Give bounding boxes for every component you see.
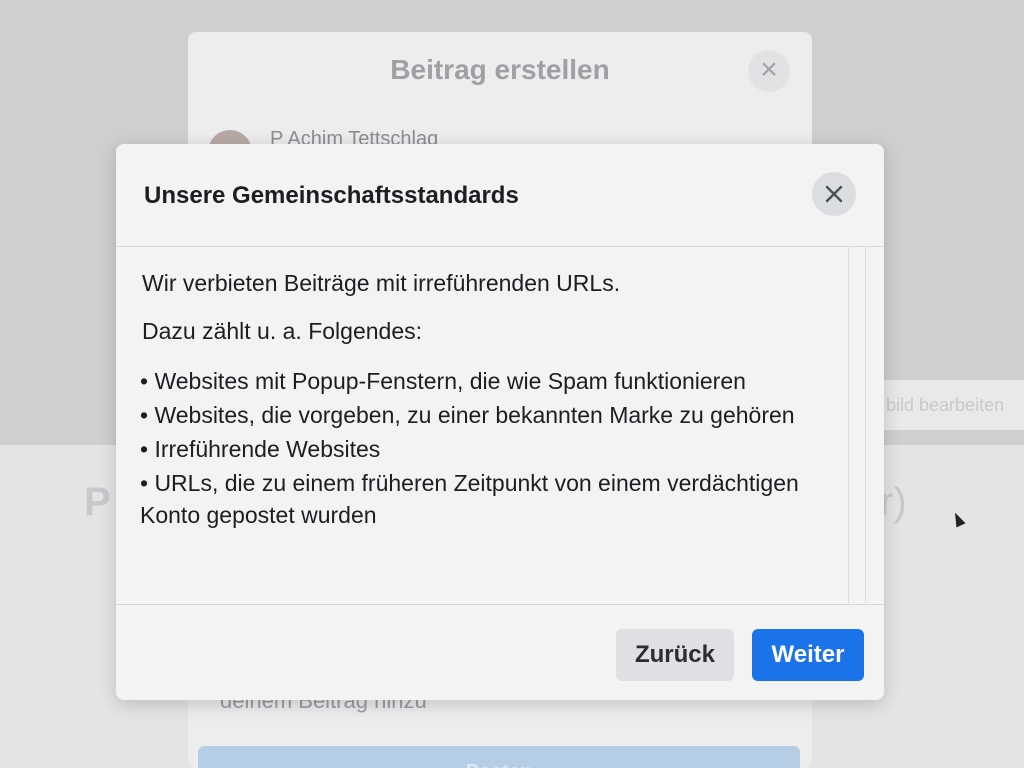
close-button[interactable]: [812, 172, 856, 216]
modal-lead-text: Dazu zählt u. a. Folgendes:: [142, 318, 422, 344]
create-post-close-icon: ×: [748, 50, 790, 92]
screen: bild bearbeiten P r) Beitrag erstellen ×…: [0, 0, 1024, 768]
modal-header: Unsere Gemeinschaftsstandards: [116, 144, 884, 247]
scrollbar[interactable]: [848, 247, 885, 603]
background-heading-fragment: P: [84, 480, 111, 524]
modal-intro-text: Wir verbieten Beiträge mit irreführenden…: [142, 270, 621, 296]
close-icon: [825, 185, 843, 203]
community-standards-modal: Unsere Gemeinschaftsstandards Wir verbie…: [116, 144, 884, 700]
background-edit-link: bild bearbeiten: [880, 380, 1024, 430]
modal-title: Unsere Gemeinschaftsstandards: [144, 182, 519, 209]
modal-body: Wir verbieten Beiträge mit irreführenden…: [116, 247, 846, 603]
next-button[interactable]: Weiter: [752, 629, 864, 681]
back-button[interactable]: Zurück: [616, 629, 734, 681]
list-item: • Irreführende Websites: [140, 436, 381, 462]
create-post-title: Beitrag erstellen: [390, 54, 610, 85]
modal-footer: Zurück Weiter: [116, 604, 884, 701]
scrollbar-line: [865, 247, 866, 603]
rules-list: • Websites mit Popup-Fenstern, die wie S…: [140, 365, 840, 533]
post-button: Posten: [198, 746, 800, 768]
list-item: • URLs, die zu einem früheren Zeitpunkt …: [140, 470, 799, 528]
list-item: • Websites, die vorgeben, zu einer bekan…: [140, 402, 795, 428]
list-item: • Websites mit Popup-Fenstern, die wie S…: [140, 368, 746, 394]
